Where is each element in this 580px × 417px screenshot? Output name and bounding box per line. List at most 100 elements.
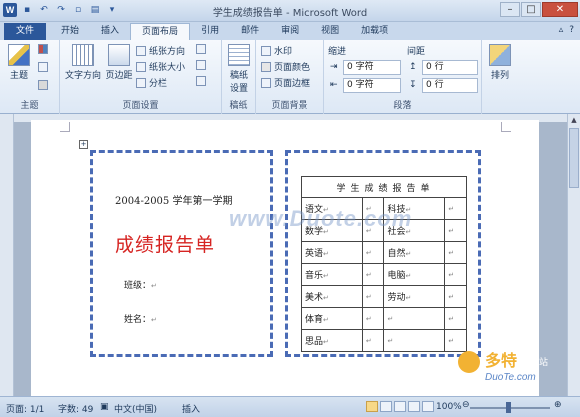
indent-right-input[interactable]: 0 字符	[343, 78, 401, 93]
spacing-before-input[interactable]: 0 行	[422, 60, 478, 75]
subject-cell[interactable]: 英语↵	[301, 241, 363, 264]
score-cell[interactable]: ↵	[444, 307, 467, 330]
report-title: 成绩报告单	[115, 234, 216, 256]
draft-paper-button[interactable]: 稿纸 设置	[226, 44, 252, 94]
page-color-button[interactable]: 页面颜色	[261, 60, 310, 73]
score-cell[interactable]: ↵	[361, 263, 385, 286]
paper-size-icon	[136, 61, 146, 72]
score-cell[interactable]: ↵	[361, 307, 385, 330]
full-screen-reading-view-icon[interactable]	[380, 401, 392, 412]
group-label-page-setup: 页面设置	[122, 101, 159, 111]
tab-addins[interactable]: 加载项	[350, 23, 399, 40]
subject-cell[interactable]: 自然↵	[383, 241, 446, 264]
zoom-slider-handle[interactable]	[506, 402, 511, 413]
zoom-level[interactable]: 100%	[436, 402, 462, 412]
page-borders-button[interactable]: 页面边框	[261, 76, 310, 89]
subject-cell[interactable]: 音乐↵	[301, 263, 363, 286]
web-layout-view-icon[interactable]	[394, 401, 406, 412]
cell-text: 自然	[387, 249, 406, 259]
status-word-count[interactable]: 字数: 49	[58, 402, 93, 415]
score-cell[interactable]: ↵	[361, 241, 385, 264]
size-button[interactable]: 纸张大小	[136, 60, 185, 73]
draft-view-icon[interactable]	[422, 401, 434, 412]
name-label: 姓名：	[124, 315, 152, 325]
draft-paper-label-line1: 稿纸	[229, 71, 248, 81]
arrange-label: 排列	[490, 71, 509, 81]
tab-mailings[interactable]: 邮件	[230, 23, 270, 40]
zoom-in-icon[interactable]: ⊕	[554, 400, 562, 410]
tab-home[interactable]: 开始	[50, 23, 90, 40]
group-draft-paper: 稿纸 设置 稿纸	[222, 40, 256, 114]
status-language[interactable]: 中文(中国)	[114, 402, 157, 415]
tab-view[interactable]: 视图	[310, 23, 350, 40]
hyphenation-icon	[196, 76, 206, 86]
print-layout-view-icon[interactable]	[366, 401, 378, 412]
score-cell[interactable]: ↵	[444, 241, 467, 264]
status-page[interactable]: 页面: 1/1	[6, 402, 44, 415]
maximize-button[interactable]: □	[521, 2, 541, 17]
orientation-icon	[136, 45, 146, 56]
arrange-icon	[489, 44, 511, 66]
subject-cell[interactable]: 劳动↵	[383, 285, 446, 308]
group-label-page-background: 页面背景	[271, 101, 308, 111]
hyphenation-button[interactable]	[196, 76, 206, 86]
scroll-up-icon[interactable]: ▲	[568, 114, 580, 126]
theme-colors-icon	[38, 44, 48, 54]
tab-insert[interactable]: 插入	[90, 23, 130, 40]
tab-page-layout[interactable]: 页面布局	[130, 23, 191, 40]
table-row: 英语↵ ↵ 自然↵ ↵	[301, 241, 467, 264]
outline-view-icon[interactable]	[408, 401, 420, 412]
score-cell[interactable]: ↵	[444, 219, 467, 242]
score-cell[interactable]: ↵	[361, 285, 385, 308]
tab-review[interactable]: 审阅	[270, 23, 310, 40]
minimize-ribbon-icon[interactable]: ▵	[559, 25, 564, 35]
tab-file[interactable]: 文件	[4, 23, 47, 40]
help-icon[interactable]: ?	[569, 25, 574, 35]
scrollbar-thumb[interactable]	[569, 128, 579, 188]
table-header-row: 学生成绩报告单	[301, 176, 467, 198]
subject-cell[interactable]: 体育↵	[301, 307, 363, 330]
indent-left-input[interactable]: 0 字符	[343, 60, 401, 75]
spacing-after-input[interactable]: 0 行	[422, 78, 478, 93]
cell-end-mark-icon: ↵	[448, 314, 455, 323]
cell-end-mark-icon: ↵	[323, 272, 329, 280]
arrange-button[interactable]: 排列	[486, 44, 514, 81]
cell-text: 体育	[305, 315, 324, 325]
minimize-button[interactable]: –	[500, 2, 520, 17]
themes-button[interactable]: 主题	[6, 44, 32, 81]
status-insert-mode[interactable]: 插入	[182, 402, 200, 415]
group-label-themes: 主题	[20, 101, 39, 111]
watermark-button[interactable]: 水印	[261, 44, 292, 57]
themes-icon	[8, 44, 30, 66]
score-cell[interactable]: ↵	[444, 263, 467, 286]
class-field: 班级：↵	[124, 278, 157, 291]
subject-cell[interactable]: 思品↵	[301, 329, 363, 352]
theme-fonts-button[interactable]	[38, 62, 48, 72]
text-direction-button[interactable]: 文字方向	[64, 44, 102, 81]
zoom-out-icon[interactable]: ⊖	[462, 400, 470, 410]
close-button[interactable]: ✕	[542, 2, 578, 17]
line-numbers-button[interactable]	[196, 60, 206, 70]
theme-effects-button[interactable]	[38, 80, 48, 90]
spacing-before-icon: ↥	[409, 62, 417, 72]
cell-text: 劳动	[387, 293, 406, 303]
theme-colors-button[interactable]	[38, 44, 48, 54]
subject-cell[interactable]: 美术↵	[301, 285, 363, 308]
columns-button[interactable]: 分栏	[136, 76, 167, 89]
score-cell[interactable]: ↵	[361, 329, 385, 352]
breaks-button[interactable]	[196, 44, 206, 54]
draft-paper-label-line2: 设置	[229, 84, 248, 94]
cell-end-mark-icon: ↵	[365, 292, 372, 301]
cell-end-mark-icon: ↵	[448, 336, 455, 345]
subject-cell[interactable]: ↵	[383, 307, 446, 330]
proofing-icon[interactable]: ▣	[100, 402, 109, 412]
text-direction-icon	[72, 44, 94, 66]
orientation-button[interactable]: 纸张方向	[136, 44, 185, 57]
subject-cell[interactable]: 电脑↵	[383, 263, 446, 286]
score-cell[interactable]: ↵	[444, 197, 467, 220]
subject-cell[interactable]: ↵	[383, 329, 446, 352]
table-move-handle-icon[interactable]: +	[79, 140, 88, 149]
tab-references[interactable]: 引用	[190, 23, 230, 40]
score-cell[interactable]: ↵	[444, 285, 467, 308]
margins-button[interactable]: 页边距	[104, 44, 134, 81]
